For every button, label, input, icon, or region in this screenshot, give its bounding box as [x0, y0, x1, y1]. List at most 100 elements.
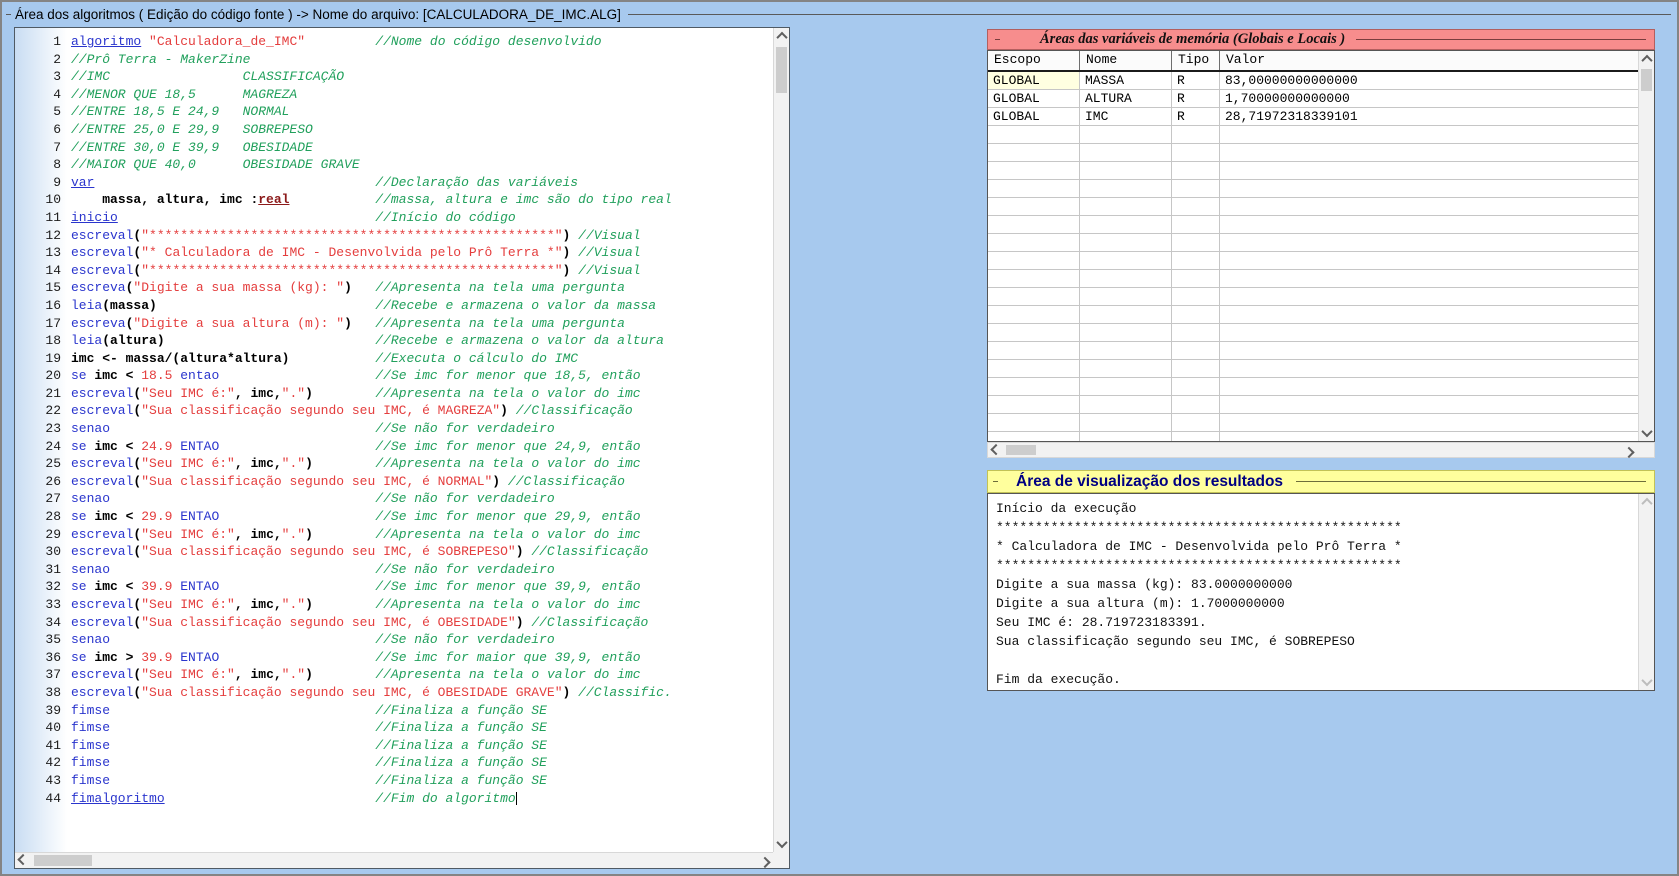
table-cell [1220, 432, 1638, 441]
editor-hscroll-thumb[interactable] [34, 855, 92, 866]
code-line[interactable]: 14escreval("****************************… [15, 262, 773, 280]
code-line[interactable]: 20se imc < 18.5 entao //Se imc for menor… [15, 367, 773, 385]
code-line[interactable]: 21escreval("Seu IMC é:", imc,".") //Apre… [15, 385, 773, 403]
code-line[interactable]: 39fimse //Finaliza a função SE [15, 702, 773, 720]
scroll-down-arrow-icon[interactable] [1639, 674, 1655, 690]
scroll-left-arrow-icon[interactable] [15, 853, 31, 869]
scroll-up-arrow-icon[interactable] [1639, 494, 1655, 510]
scroll-up-arrow-icon[interactable] [1639, 51, 1655, 67]
table-row[interactable] [988, 324, 1638, 342]
code-line[interactable]: 23senao //Se não for verdadeiro [15, 420, 773, 438]
code-line[interactable]: 13escreval("* Calculadora de IMC - Desen… [15, 244, 773, 262]
column-header-escopo[interactable]: Escopo [988, 51, 1080, 70]
table-row[interactable] [988, 288, 1638, 306]
scroll-down-arrow-icon[interactable] [1639, 425, 1655, 441]
code-line[interactable]: 4//MENOR QUE 18,5 MAGREZA [15, 86, 773, 104]
code-text: fimse //Finaliza a função SE [68, 754, 547, 772]
variables-vscroll-thumb[interactable] [1641, 69, 1652, 91]
table-row[interactable] [988, 360, 1638, 378]
table-row[interactable] [988, 378, 1638, 396]
table-row[interactable] [988, 414, 1638, 432]
table-row[interactable] [988, 126, 1638, 144]
table-row[interactable] [988, 270, 1638, 288]
code-line[interactable]: 9var //Declaração das variáveis [15, 174, 773, 192]
scroll-up-arrow-icon[interactable] [774, 28, 790, 44]
code-line[interactable]: 7//ENTRE 30,0 E 39,9 OBESIDADE [15, 139, 773, 157]
code-line[interactable]: 43fimse //Finaliza a função SE [15, 772, 773, 790]
code-line[interactable]: 24se imc < 24.9 ENTAO //Se imc for menor… [15, 438, 773, 456]
code-line[interactable]: 41fimse //Finaliza a função SE [15, 737, 773, 755]
editor-vscrollbar[interactable] [773, 28, 789, 852]
line-number: 23 [15, 420, 68, 438]
table-row[interactable]: GLOBALALTURAR1,70000000000000 [988, 90, 1638, 108]
code-line[interactable]: 30escreval("Sua classificação segundo se… [15, 543, 773, 561]
code-line[interactable]: 22escreval("Sua classificação segundo se… [15, 402, 773, 420]
code-line[interactable]: 28se imc < 29.9 ENTAO //Se imc for menor… [15, 508, 773, 526]
table-row[interactable] [988, 432, 1638, 441]
code-line[interactable]: 33escreval("Seu IMC é:", imc,".") //Apre… [15, 596, 773, 614]
scroll-left-arrow-icon[interactable] [988, 443, 1004, 459]
code-line[interactable]: 1algoritmo "Calculadora_de_IMC" //Nome d… [15, 33, 773, 51]
table-cell [1080, 198, 1172, 216]
code-text: escreval("Sua classificação segundo seu … [68, 543, 648, 561]
code-line[interactable]: 37escreval("Seu IMC é:", imc,".") //Apre… [15, 666, 773, 684]
scroll-right-arrow-icon[interactable] [1621, 443, 1637, 459]
code-line[interactable]: 44fimalgoritmo //Fim do algoritmo [15, 790, 773, 808]
table-cell [1220, 216, 1638, 234]
code-line[interactable]: 34escreval("Sua classificação segundo se… [15, 614, 773, 632]
code-line[interactable]: 19imc <- massa/(altura*altura) //Executa… [15, 350, 773, 368]
table-row[interactable] [988, 144, 1638, 162]
code-line[interactable]: 10 massa, altura, imc :real //massa, alt… [15, 191, 773, 209]
editor-hscrollbar[interactable] [15, 852, 773, 868]
code-area[interactable]: 1algoritmo "Calculadora_de_IMC" //Nome d… [15, 28, 773, 852]
code-text: se imc < 29.9 ENTAO //Se imc for menor q… [68, 508, 641, 526]
code-line[interactable]: 42fimse //Finaliza a função SE [15, 754, 773, 772]
code-line[interactable]: 31senao //Se não for verdadeiro [15, 561, 773, 579]
code-line[interactable]: 8//MAIOR QUE 40,0 OBESIDADE GRAVE [15, 156, 773, 174]
column-header-nome[interactable]: Nome [1080, 51, 1172, 70]
code-line[interactable]: 16leia(massa) //Recebe e armazena o valo… [15, 297, 773, 315]
column-header-tipo[interactable]: Tipo [1172, 51, 1220, 70]
table-row[interactable] [988, 180, 1638, 198]
column-header-valor[interactable]: Valor [1220, 51, 1638, 70]
code-line[interactable]: 32se imc < 39.9 ENTAO //Se imc for menor… [15, 578, 773, 596]
editor-vscroll-thumb[interactable] [776, 47, 787, 93]
scroll-down-arrow-icon[interactable] [774, 836, 790, 852]
code-line[interactable]: 12escreval("****************************… [15, 227, 773, 245]
code-line[interactable]: 2//Prô Terra - MakerZine [15, 51, 773, 69]
code-line[interactable]: 6//ENTRE 25,0 E 29,9 SOBREPESO [15, 121, 773, 139]
code-line[interactable]: 26escreval("Sua classificação segundo se… [15, 473, 773, 491]
table-row[interactable] [988, 234, 1638, 252]
code-line[interactable]: 27senao //Se não for verdadeiro [15, 490, 773, 508]
table-row[interactable] [988, 198, 1638, 216]
code-line[interactable]: 18leia(altura) //Recebe e armazena o val… [15, 332, 773, 350]
code-line[interactable]: 11inicio //Início do código [15, 209, 773, 227]
code-line[interactable]: 15escreva("Digite a sua massa (kg): ") /… [15, 279, 773, 297]
table-row[interactable] [988, 342, 1638, 360]
code-line[interactable]: 29escreval("Seu IMC é:", imc,".") //Apre… [15, 526, 773, 544]
table-row[interactable] [988, 306, 1638, 324]
code-line[interactable]: 36se imc > 39.9 ENTAO //Se imc for maior… [15, 649, 773, 667]
code-line[interactable]: 25escreval("Seu IMC é:", imc,".") //Apre… [15, 455, 773, 473]
variables-hscrollbar[interactable] [987, 442, 1655, 458]
console-line: ****************************************… [996, 556, 1638, 575]
code-line[interactable]: 17escreva("Digite a sua altura (m): ") /… [15, 315, 773, 333]
table-row[interactable] [988, 162, 1638, 180]
code-editor[interactable]: 1algoritmo "Calculadora_de_IMC" //Nome d… [14, 27, 790, 869]
code-line[interactable]: 38escreval("Sua classificação segundo se… [15, 684, 773, 702]
table-row[interactable]: GLOBALMASSAR83,00000000000000 [988, 72, 1638, 90]
code-text: inicio //Início do código [68, 209, 516, 227]
table-row[interactable] [988, 396, 1638, 414]
code-line[interactable]: 3//IMC CLASSIFICAÇÃO [15, 68, 773, 86]
table-row[interactable] [988, 252, 1638, 270]
code-line[interactable]: 5//ENTRE 18,5 E 24,9 NORMAL [15, 103, 773, 121]
scroll-right-arrow-icon[interactable] [757, 853, 773, 869]
line-number: 11 [15, 209, 68, 227]
code-line[interactable]: 40fimse //Finaliza a função SE [15, 719, 773, 737]
table-row[interactable] [988, 216, 1638, 234]
variables-vscrollbar[interactable] [1638, 51, 1654, 441]
table-row[interactable]: GLOBALIMCR28,71972318339101 [988, 108, 1638, 126]
variables-hscroll-thumb[interactable] [1006, 445, 1036, 455]
console-vscrollbar[interactable] [1638, 494, 1654, 690]
code-line[interactable]: 35senao //Se não for verdadeiro [15, 631, 773, 649]
